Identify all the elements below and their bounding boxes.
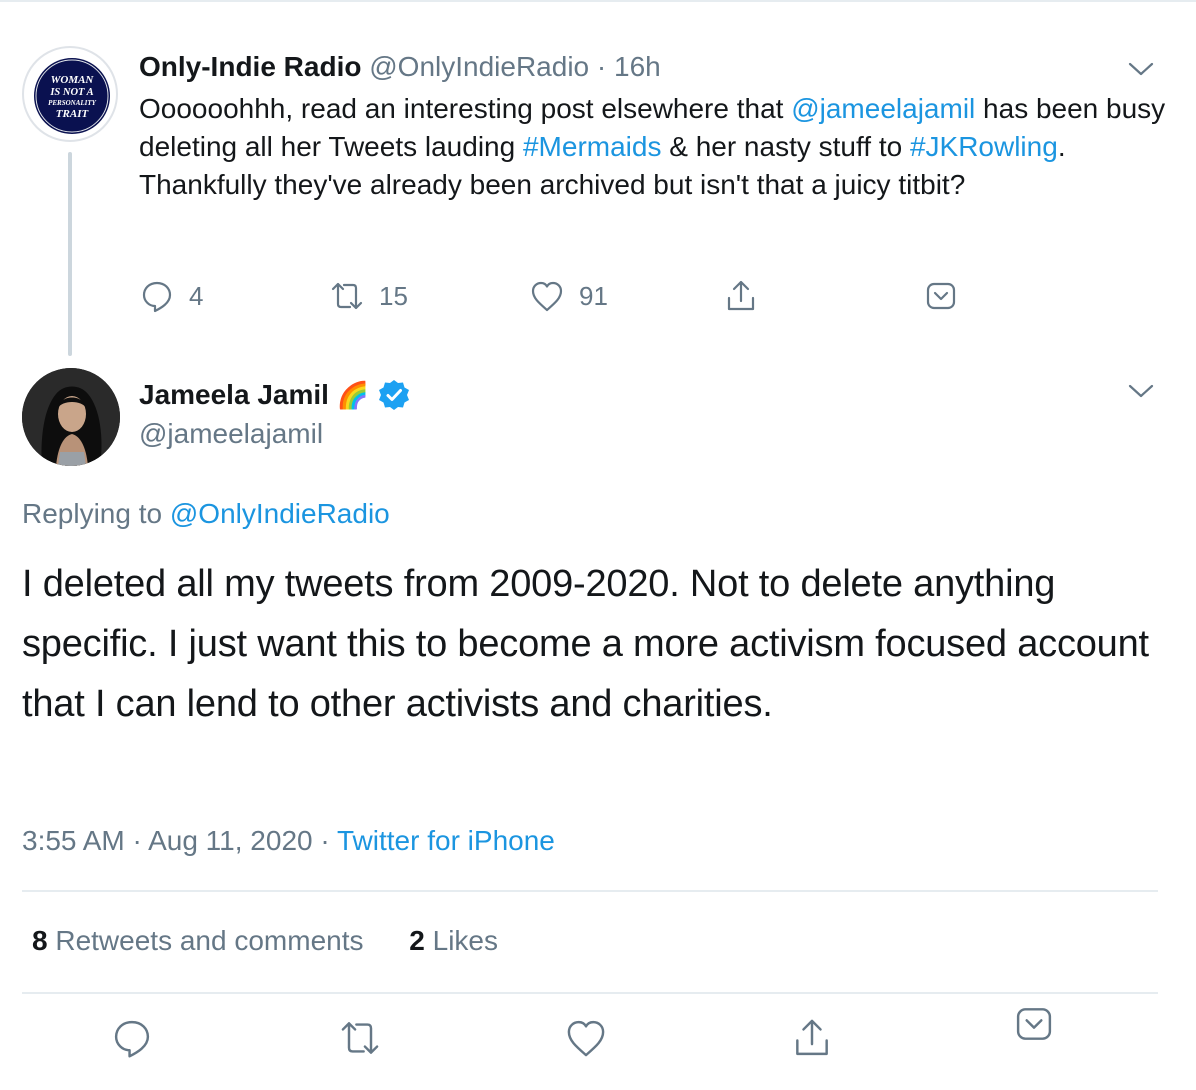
tweet-time[interactable]: 3:55 AM — [22, 825, 125, 856]
like-button[interactable] — [564, 1016, 608, 1060]
separator: · — [132, 825, 142, 856]
handle[interactable]: @jameelajamil — [139, 418, 323, 450]
author-name-row[interactable]: Jameela Jamil 🌈 — [139, 378, 411, 412]
like-icon — [531, 281, 563, 312]
divider — [22, 890, 1158, 892]
retweet-button[interactable] — [338, 1016, 382, 1060]
text-segment: Oooooohhh, read an interesting post else… — [139, 93, 792, 124]
share-button[interactable] — [723, 274, 759, 318]
tweet-text: I deleted all my tweets from 2009-2020. … — [22, 563, 1149, 725]
bookmark-button[interactable] — [923, 274, 959, 318]
retweet-icon — [331, 282, 363, 310]
likes-label: Likes — [432, 925, 499, 956]
avatar-text-2: IS NOT A — [49, 87, 93, 98]
like-count: 91 — [579, 280, 608, 311]
avatar-image — [22, 368, 120, 466]
bookmark-button[interactable] — [1012, 1002, 1056, 1046]
avatar-text-3: PERSONALITY — [48, 99, 97, 107]
reply-icon — [142, 281, 172, 313]
replying-to-link[interactable]: @OnlyIndieRadio — [170, 498, 390, 529]
separator: · — [596, 51, 607, 82]
share-icon — [796, 1019, 828, 1056]
tweet-text: Oooooohhh, read an interesting post else… — [139, 90, 1169, 204]
avatar-text-1: WOMAN — [51, 74, 95, 86]
tweet-time[interactable]: 16h — [614, 51, 661, 82]
parent-tweet[interactable]: WOMAN IS NOT A PERSONALITY TRAIT Only-In… — [0, 0, 1196, 360]
like-button[interactable]: 91 — [529, 274, 608, 318]
rainbow-emoji: 🌈 — [336, 379, 370, 410]
verified-icon — [379, 380, 410, 410]
engagement-stats: 8 Retweets and comments 2 Likes — [32, 925, 498, 957]
share-button[interactable] — [790, 1016, 834, 1060]
tweet-actions: 4 15 91 — [139, 274, 999, 318]
tweet-source[interactable]: Twitter for iPhone — [337, 825, 555, 856]
handle[interactable]: @OnlyIndieRadio — [369, 51, 589, 82]
text-segment: & her nasty stuff to — [661, 131, 910, 162]
display-name[interactable]: Only-Indie Radio — [139, 51, 361, 82]
likes-stat[interactable]: 2 Likes — [409, 925, 498, 956]
mention-link[interactable]: @jameelajamil — [791, 93, 975, 124]
share-icon — [727, 280, 755, 311]
like-icon — [567, 1020, 605, 1057]
replying-prefix: Replying to — [22, 498, 170, 529]
display-name[interactable]: Jameela Jamil — [139, 379, 329, 411]
tweet-actions — [0, 1008, 1196, 1076]
retweets-label: Retweets and comments — [55, 925, 364, 956]
tweet-header: Only-Indie Radio @OnlyIndieRadio · 16h — [139, 50, 661, 84]
replying-to: Replying to @OnlyIndieRadio — [22, 498, 390, 530]
chevron-down-icon[interactable] — [1126, 376, 1156, 406]
thread-line — [68, 152, 72, 356]
tweet-date[interactable]: Aug 11, 2020 — [148, 825, 313, 856]
retweet-icon — [341, 1022, 379, 1054]
avatar-image: WOMAN IS NOT A PERSONALITY TRAIT — [34, 58, 110, 134]
separator: · — [320, 825, 330, 856]
retweet-count: 15 — [379, 280, 408, 311]
bookmark-icon — [926, 282, 956, 310]
hashtag-link-mermaids[interactable]: #Mermaids — [523, 131, 661, 162]
hashtag-link-jkrowling[interactable]: #JKRowling — [910, 131, 1058, 162]
retweets-count: 8 — [32, 925, 48, 956]
reply-count: 4 — [189, 280, 204, 311]
likes-count: 2 — [409, 925, 425, 956]
chevron-down-icon[interactable] — [1126, 54, 1156, 84]
reply-button[interactable] — [110, 1016, 154, 1060]
bookmark-icon — [1016, 1008, 1052, 1040]
retweet-button[interactable]: 15 — [329, 274, 408, 318]
reply-button[interactable]: 4 — [139, 274, 203, 318]
avatar[interactable] — [22, 368, 120, 466]
retweets-stat[interactable]: 8 Retweets and comments — [32, 925, 364, 956]
tweet-meta: 3:55 AM · Aug 11, 2020 · Twitter for iPh… — [22, 825, 555, 857]
avatar-text-4: TRAIT — [56, 108, 90, 120]
divider — [22, 992, 1158, 994]
reply-icon — [114, 1020, 150, 1058]
avatar[interactable]: WOMAN IS NOT A PERSONALITY TRAIT — [22, 46, 118, 142]
